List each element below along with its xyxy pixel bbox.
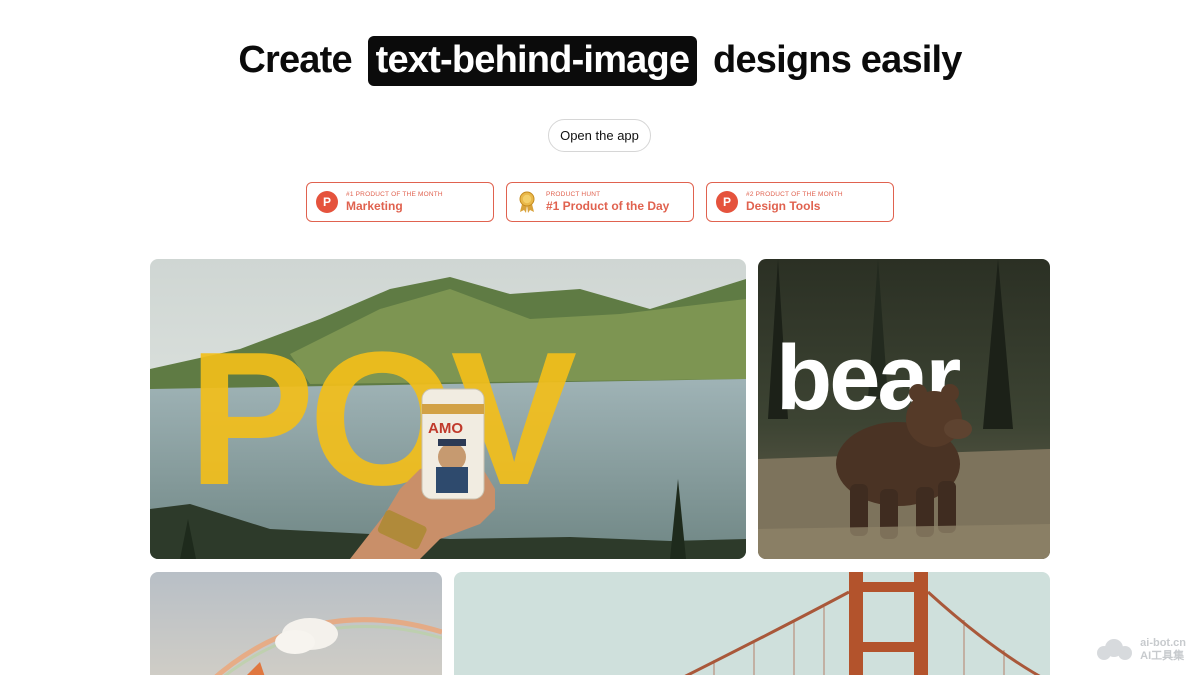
cloud-logo-icon — [1097, 639, 1133, 660]
badge-big-label: Marketing — [346, 199, 403, 213]
badge-product-of-day[interactable]: PRODUCT HUNT #1 Product of the Day — [506, 182, 694, 222]
bridge-image — [454, 572, 1050, 675]
sky-rainbow-image — [150, 572, 442, 675]
badge-big-label: Design Tools — [746, 199, 821, 213]
gallery-card-bridge[interactable] — [454, 572, 1050, 675]
hero-title-after: designs easily — [713, 39, 962, 81]
badge-text: #1 PRODUCT OF THE MONTH Marketing — [346, 190, 443, 214]
pov-lake-image: POV AMO — [150, 259, 746, 559]
award-badges: P #1 PRODUCT OF THE MONTH Marketing PROD… — [306, 182, 894, 222]
badge-text: #2 PRODUCT OF THE MONTH Design Tools — [746, 190, 843, 214]
hero-title-before: Create — [238, 39, 352, 81]
hero-title-highlight: text-behind-image — [367, 36, 698, 86]
watermark-line2: AI工具集 — [1140, 650, 1185, 662]
badge-big-label: #1 Product of the Day — [546, 199, 670, 213]
watermark: ai-bot.cn AI工具集 — [1094, 637, 1186, 663]
badge-small-label: #2 PRODUCT OF THE MONTH — [746, 191, 843, 198]
open-app-button[interactable]: Open the app — [548, 119, 651, 152]
watermark-text: ai-bot.cn AI工具集 — [1140, 637, 1186, 663]
gallery-card-sky[interactable] — [150, 572, 442, 675]
can-label-text: AMO — [428, 420, 463, 437]
badge-small-label: PRODUCT HUNT — [546, 191, 601, 198]
product-hunt-icon: P — [316, 191, 338, 213]
bear-forest-image: bear — [758, 259, 1050, 559]
pov-overlay-text: POV — [188, 313, 577, 525]
badge-text: PRODUCT HUNT #1 Product of the Day — [546, 190, 669, 214]
gallery-card-pov[interactable]: POV AMO — [150, 259, 746, 559]
product-hunt-icon: P — [716, 191, 738, 213]
badge-design-tools[interactable]: P #2 PRODUCT OF THE MONTH Design Tools — [706, 182, 894, 222]
badge-small-label: #1 PRODUCT OF THE MONTH — [346, 191, 443, 198]
watermark-line1: ai-bot.cn — [1140, 637, 1186, 649]
gallery-card-bear[interactable]: bear — [758, 259, 1050, 559]
medal-icon — [516, 191, 538, 213]
hero-title: Create text-behind-image designs easily — [0, 36, 1200, 86]
badge-marketing[interactable]: P #1 PRODUCT OF THE MONTH Marketing — [306, 182, 494, 222]
